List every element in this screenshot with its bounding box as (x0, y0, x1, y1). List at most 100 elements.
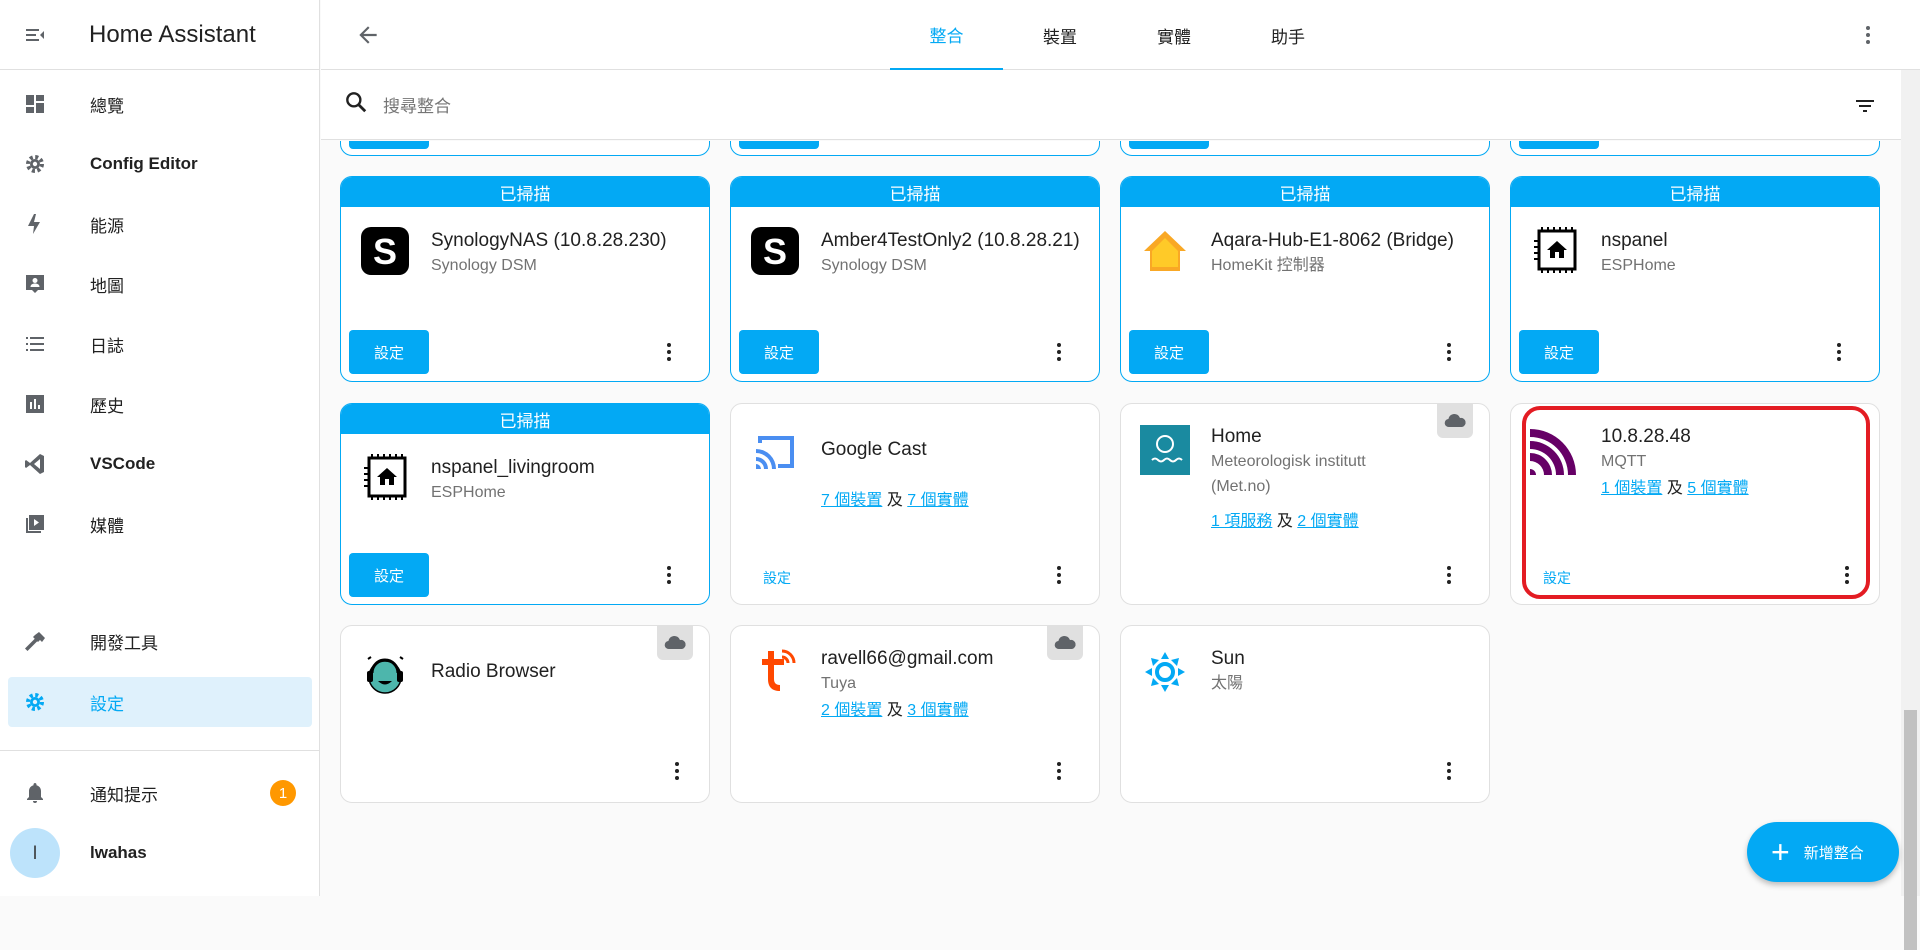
svg-text:S: S (763, 231, 787, 272)
scrollbar-thumb[interactable] (1904, 710, 1917, 950)
integration-card-tuya: ravell66@gmail.com Tuya 2 個裝置 及 3 個實體 (730, 625, 1100, 803)
configure-button[interactable]: 設定 (349, 553, 429, 597)
integration-card-partial (730, 141, 1100, 156)
sidebar-item-vscode[interactable]: VSCode (8, 439, 312, 489)
configure-button-partial[interactable] (349, 141, 429, 149)
devices-link[interactable]: 7 個裝置 (821, 492, 882, 509)
card-menu-button[interactable] (1437, 563, 1461, 592)
search-input[interactable]: 搜尋整合 (383, 92, 451, 117)
more-vertical-icon (1447, 762, 1451, 780)
integration-card-mqtt: 10.8.28.48 MQTT 1 個裝置 及 5 個實體 設定 (1510, 403, 1880, 605)
discovered-banner: 已掃描 (341, 177, 709, 207)
devices-link[interactable]: 2 個裝置 (821, 702, 882, 719)
configure-button[interactable]: 設定 (739, 330, 819, 374)
sidebar-item-map[interactable]: 地圖 (8, 259, 312, 309)
configure-button[interactable]: 設定 (1129, 330, 1209, 374)
sidebar-item-label: 能源 (90, 216, 124, 236)
tab-entities[interactable]: 實體 (1117, 0, 1231, 70)
sidebar-item-notifications[interactable]: 通知提示 1 (8, 768, 312, 818)
sidebar-item-label: 地圖 (90, 276, 124, 296)
scrollbar[interactable] (1901, 70, 1920, 950)
and-text: 及 (886, 702, 903, 719)
menu-toggle-button[interactable] (0, 0, 70, 70)
sidebar-item-settings[interactable]: 設定 (8, 677, 312, 727)
overflow-menu-button[interactable] (1856, 23, 1880, 52)
card-menu-button[interactable] (1047, 340, 1071, 369)
integrations-grid: 已掃描 S SynologyNAS (10.8.28.230) Synology … (321, 141, 1901, 896)
integration-card-google-cast: Google Cast 7 個裝置 及 7 個實體 設定 (730, 403, 1100, 605)
tab-helpers[interactable]: 助手 (1231, 0, 1345, 70)
cloud-icon (1437, 404, 1473, 438)
integration-card-aqara: 已掃描 Aqara-Hub-E1-8062 (Bridge) HomeKit 控制… (1120, 176, 1490, 382)
card-menu-button[interactable] (1437, 340, 1461, 369)
lightning-icon (8, 212, 62, 236)
integration-card-synologynas: 已掃描 S SynologyNAS (10.8.28.230) Synology … (340, 176, 710, 382)
sidebar-item-overview[interactable]: 總覽 (8, 79, 312, 129)
integration-card-partial (1120, 141, 1490, 156)
sidebar-item-devtools[interactable]: 開發工具 (8, 616, 312, 666)
sidebar-item-label: 開發工具 (90, 633, 158, 653)
card-menu-button[interactable] (1835, 563, 1859, 592)
avatar-wrap: l (8, 828, 62, 878)
sidebar-item-config-editor[interactable]: Config Editor (8, 139, 312, 189)
configure-button[interactable]: 設定 (349, 330, 429, 374)
integration-card-radio-browser: Radio Browser (340, 625, 710, 803)
gear-icon (8, 690, 62, 714)
card-title: SynologyNAS (10.8.28.230) (431, 230, 667, 251)
card-menu-button[interactable] (665, 759, 689, 788)
card-links: 1 個裝置 及 5 個實體 (1601, 474, 1749, 498)
sidebar-item-label: Config Editor (90, 154, 198, 173)
synology-logo: S (749, 225, 801, 277)
vscode-icon (8, 452, 62, 476)
esphome-chip-icon (359, 452, 411, 504)
card-menu-button[interactable] (1437, 759, 1461, 788)
configure-button-partial[interactable] (739, 141, 819, 149)
sidebar-item-history[interactable]: 歷史 (8, 379, 312, 429)
filter-button[interactable] (1853, 94, 1877, 123)
card-subtitle: Synology DSM (431, 257, 537, 274)
devices-link[interactable]: 1 個裝置 (1601, 480, 1662, 497)
card-subtitle: HomeKit 控制器 (1211, 257, 1325, 274)
sidebar-item-media[interactable]: 媒體 (8, 499, 312, 549)
configure-button[interactable]: 設定 (1519, 330, 1599, 374)
card-links: 7 個裝置 及 7 個實體 (821, 486, 969, 510)
tab-integrations[interactable]: 整合 (890, 0, 1003, 70)
card-menu-button[interactable] (1047, 759, 1071, 788)
more-vertical-icon (667, 343, 671, 361)
tab-devices[interactable]: 裝置 (1003, 0, 1117, 70)
card-menu-button[interactable] (657, 563, 681, 592)
configure-link[interactable]: 設定 (1543, 568, 1571, 588)
integration-card-sun: Sun 太陽 (1120, 625, 1490, 803)
more-vertical-icon (675, 762, 679, 780)
card-subtitle: ESPHome (431, 484, 506, 501)
sidebar-item-user[interactable]: l lwahas (8, 828, 312, 878)
add-integration-button[interactable]: + 新增整合 (1747, 822, 1899, 882)
configure-link[interactable]: 設定 (763, 568, 791, 588)
more-vertical-icon (1866, 26, 1870, 44)
entities-link[interactable]: 3 個實體 (907, 702, 968, 719)
more-vertical-icon (1057, 566, 1061, 584)
card-subtitle: Synology DSM (821, 257, 927, 274)
map-person-icon (8, 272, 62, 296)
entities-link[interactable]: 5 個實體 (1687, 480, 1748, 497)
configure-button-partial[interactable] (1519, 141, 1599, 149)
gear-icon (8, 152, 62, 176)
sidebar-item-energy[interactable]: 能源 (8, 199, 312, 249)
sidebar-item-logbook[interactable]: 日誌 (8, 319, 312, 369)
back-button[interactable] (355, 22, 381, 53)
top-app-bar: 整合 裝置 實體 助手 (321, 0, 1920, 70)
card-subtitle: MQTT (1601, 453, 1647, 470)
configure-button-partial[interactable] (1129, 141, 1209, 149)
card-menu-button[interactable] (1047, 563, 1071, 592)
card-menu-button[interactable] (1827, 340, 1851, 369)
card-title: Aqara-Hub-E1-8062 (Bridge) (1211, 230, 1454, 251)
entities-link[interactable]: 7 個實體 (907, 492, 968, 509)
services-link[interactable]: 1 項服務 (1211, 513, 1272, 530)
sidebar-item-label: 日誌 (90, 336, 124, 356)
card-menu-button[interactable] (657, 340, 681, 369)
arrow-left-icon (359, 26, 377, 44)
entities-link[interactable]: 2 個實體 (1297, 513, 1358, 530)
card-title: Sun (1211, 648, 1245, 669)
avatar: l (10, 828, 60, 878)
sidebar-item-label: 歷史 (90, 396, 124, 416)
